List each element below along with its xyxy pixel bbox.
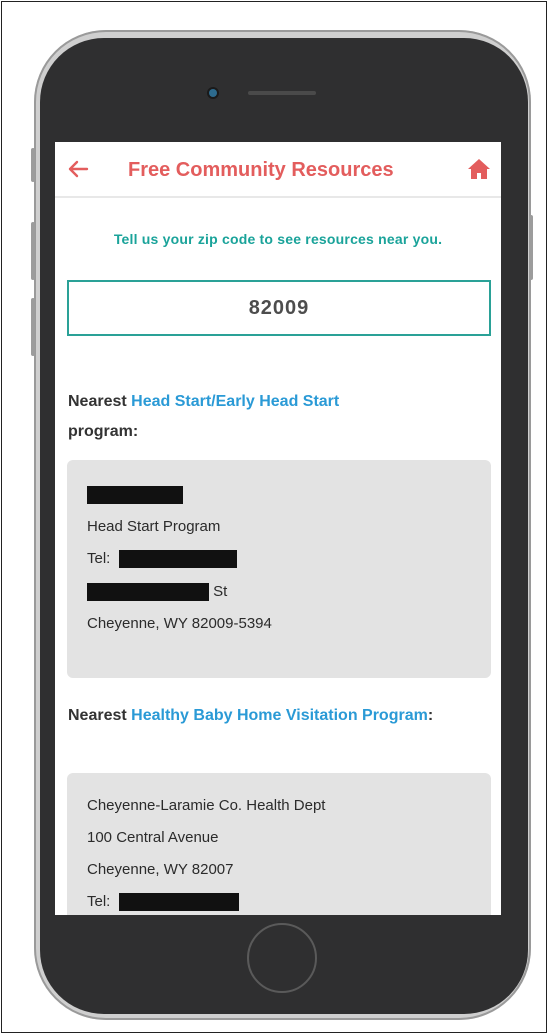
agency-name: Cheyenne-Laramie Co. Health Dept (87, 797, 326, 814)
volume-up-button (31, 222, 35, 280)
city-line: Cheyenne, WY 82009-5394 (87, 615, 272, 632)
redaction-bar (87, 583, 209, 602)
tel-label: Tel: (87, 893, 111, 910)
program-name: Head Start Program (87, 518, 221, 535)
redaction-bar (87, 486, 183, 505)
section-heading-head-start: Nearest Head Start/Early Head Start progr… (68, 387, 478, 447)
redaction-bar (118, 550, 237, 569)
page-title: Free Community Resources (128, 159, 394, 181)
power-button (529, 215, 533, 280)
earpiece-speaker (248, 91, 316, 95)
redaction-bar (118, 893, 239, 912)
home-visitation-link[interactable]: Healthy Baby Home Visitation Program (131, 707, 428, 724)
volume-down-button (31, 298, 35, 356)
head-start-link[interactable]: Head Start/Early Head Start (131, 393, 339, 410)
heading-prefix: Nearest (68, 393, 132, 410)
city-line: Cheyenne, WY 82007 (87, 861, 234, 878)
redacted-name (87, 486, 183, 505)
house-icon[interactable] (467, 158, 491, 180)
zip-prompt: Tell us your zip code to see resources n… (113, 231, 443, 247)
left-arrow-icon[interactable] (65, 156, 91, 182)
tel-label: Tel: (87, 550, 111, 567)
phone-line: Tel: (87, 550, 237, 569)
street-line: 100 Central Avenue (87, 829, 219, 846)
street-line: St (87, 583, 228, 602)
zip-code-input[interactable] (67, 280, 491, 336)
home-hardware-button[interactable] (247, 923, 317, 993)
head-start-card: Head Start Program Tel: St Cheyenne, WY … (67, 460, 491, 678)
app-header: Free Community Resources (55, 142, 501, 198)
street-suffix: St (213, 583, 228, 600)
home-visitation-card: Cheyenne-Laramie Co. Health Dept 100 Cen… (67, 773, 491, 915)
phone-line: Tel: (87, 893, 239, 912)
heading-suffix: program: (68, 423, 139, 440)
heading-suffix: : (427, 707, 434, 724)
mute-switch (31, 148, 35, 182)
heading-prefix: Nearest (68, 707, 132, 724)
app-screen: Free Community Resources Tell us your zi… (55, 142, 501, 915)
front-camera-icon (209, 89, 217, 97)
section-heading-home-visitation: Nearest Healthy Baby Home Visitation Pro… (68, 701, 478, 731)
